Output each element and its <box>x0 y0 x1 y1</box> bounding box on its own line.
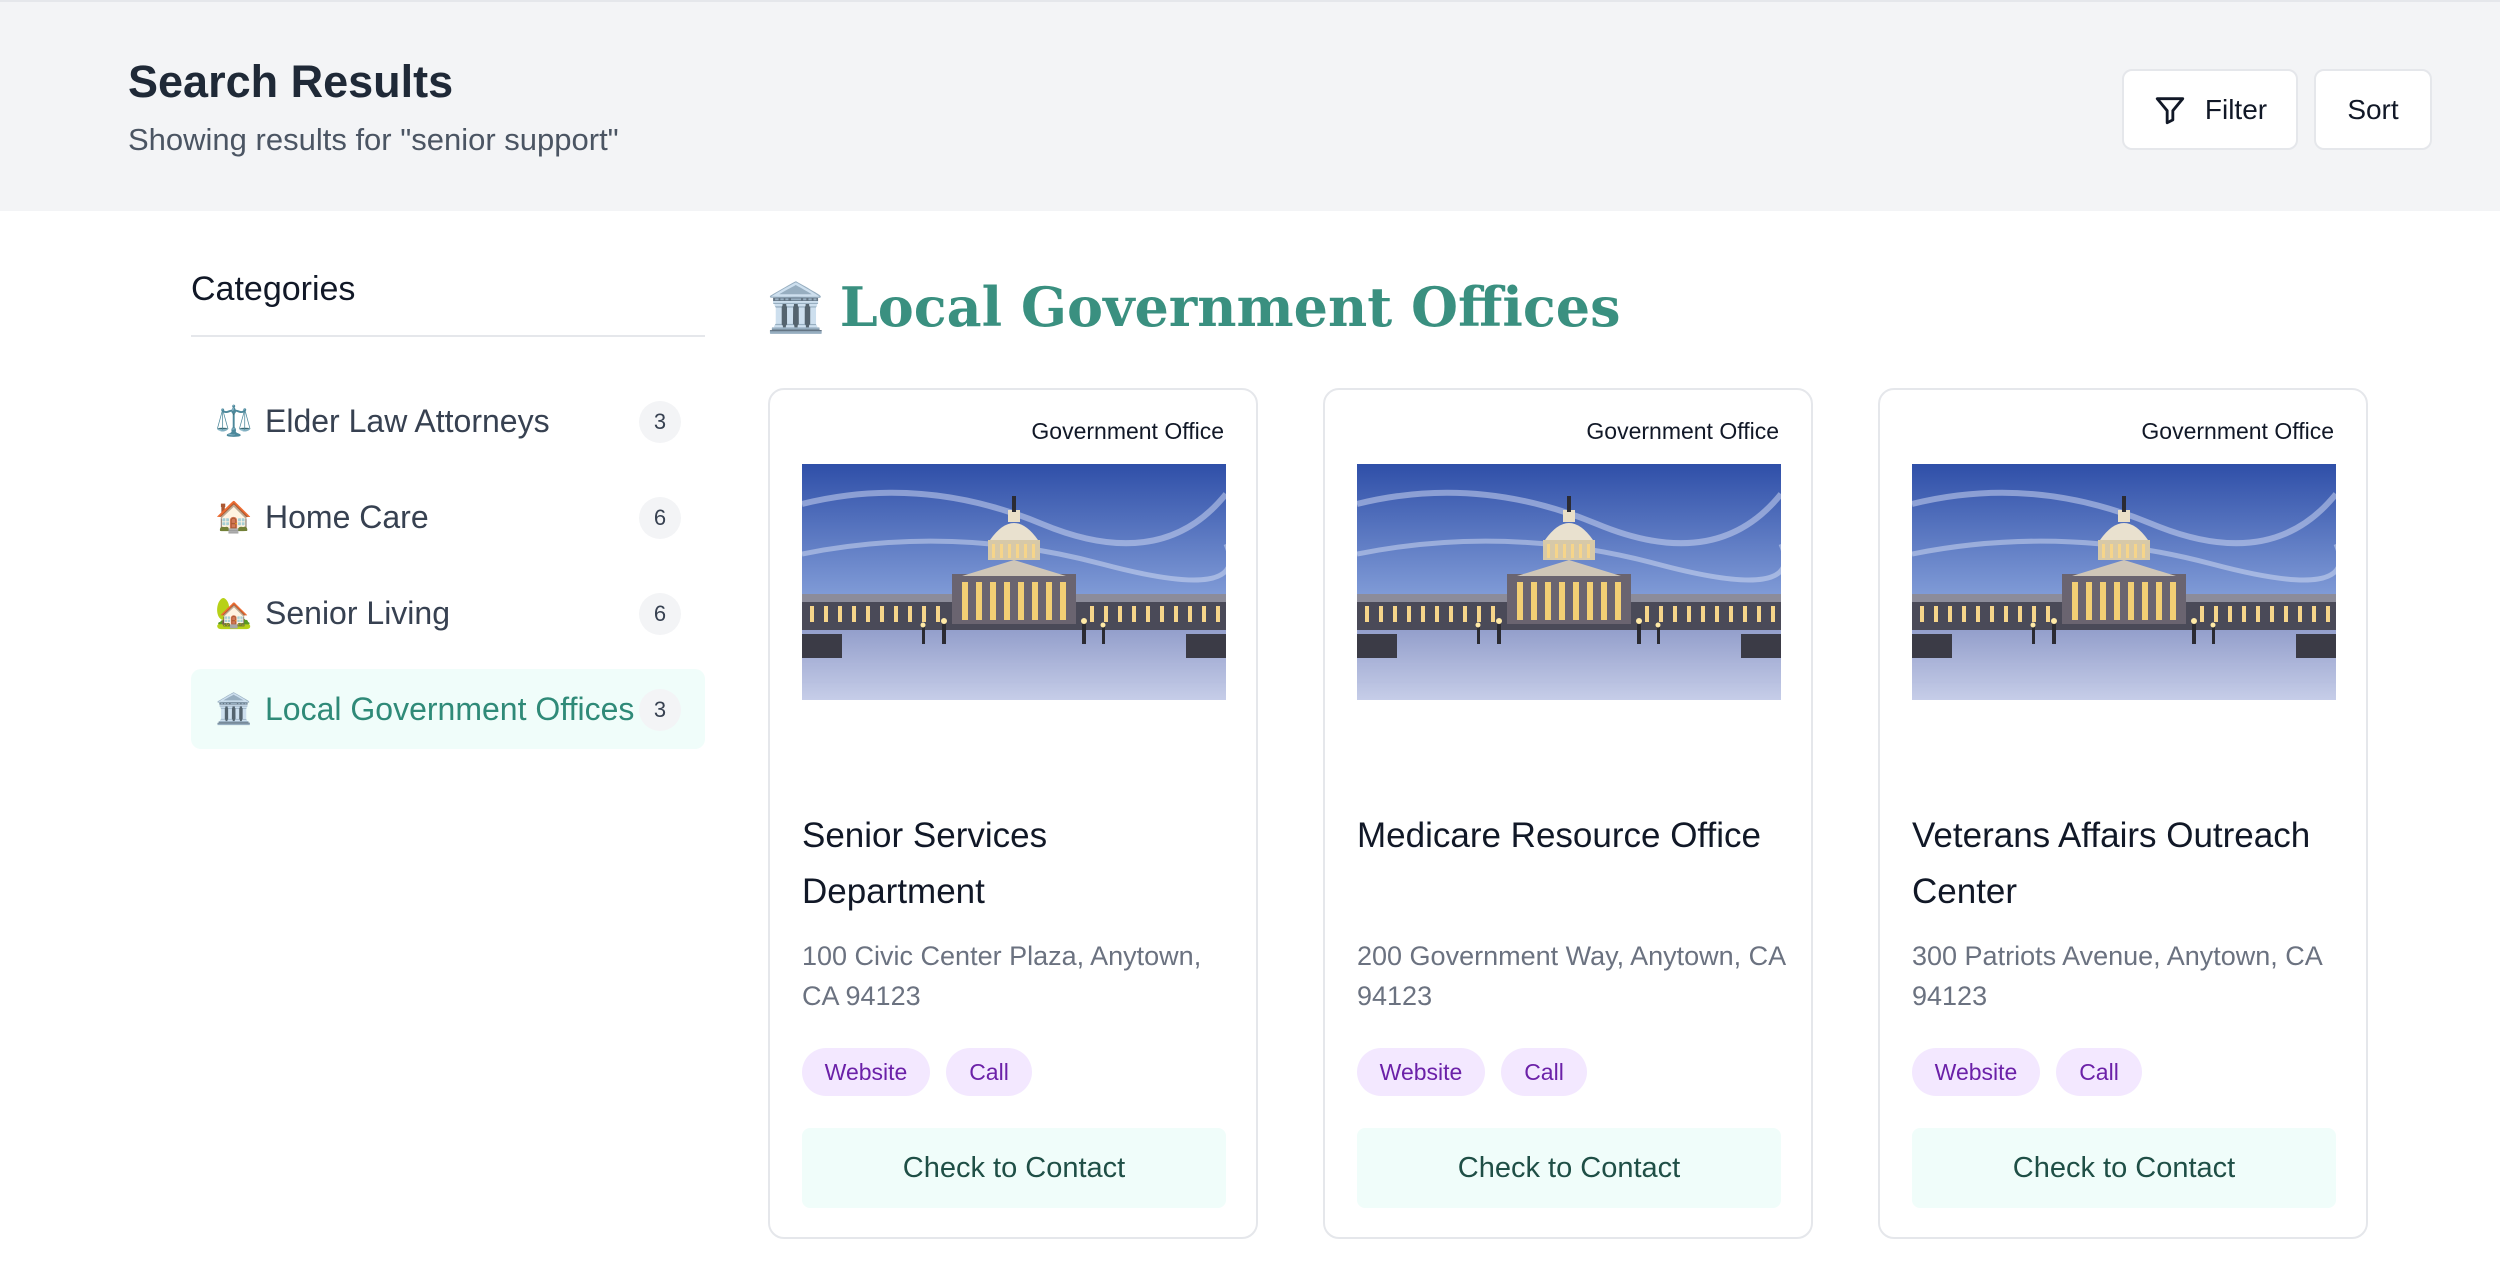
sidebar-item-home-care[interactable]: 🏠 Home Care 6 <box>191 477 705 557</box>
search-query-subtitle: Showing results for "senior support" <box>128 122 619 157</box>
section-heading: 🏛️ Local Government Offices <box>766 275 1621 339</box>
government-building-icon: 🏛️ <box>766 281 826 335</box>
page-title: Search Results <box>128 56 454 107</box>
website-pill[interactable]: Website <box>802 1048 930 1096</box>
card-type-tag: Government Office <box>2141 418 2334 444</box>
count-badge: 6 <box>639 497 681 539</box>
scales-icon: ⚖️ <box>215 404 253 438</box>
sidebar-item-elder-law-attorneys[interactable]: ⚖️ Elder Law Attorneys 3 <box>191 381 705 461</box>
call-pill[interactable]: Call <box>946 1048 1032 1096</box>
count-badge: 6 <box>639 593 681 635</box>
result-card: Government Office <box>1878 388 2368 1239</box>
check-to-contact-button[interactable]: Check to Contact <box>802 1128 1226 1208</box>
filter-icon <box>2155 96 2185 124</box>
card-title: Medicare Resource Office <box>1357 816 1761 855</box>
header-bar: Search Results Showing results for "seni… <box>0 0 2500 211</box>
result-card: Government Office <box>768 388 1258 1239</box>
sidebar-item-label: Elder Law Attorneys <box>265 402 550 439</box>
house-icon: 🏠 <box>215 500 253 534</box>
sidebar-item-senior-living[interactable]: 🏡 Senior Living 6 <box>191 573 705 653</box>
sidebar-item-label: Home Care <box>265 498 429 535</box>
filter-button-label: Filter <box>2204 93 2268 125</box>
section-title: Local Government Offices <box>839 275 1621 339</box>
capitol-building-image <box>802 464 1226 700</box>
website-pill[interactable]: Website <box>1912 1048 2040 1096</box>
website-pill[interactable]: Website <box>1357 1048 1485 1096</box>
filter-button[interactable]: Filter <box>2122 69 2298 150</box>
sort-button[interactable]: Sort <box>2314 69 2432 150</box>
sidebar-item-local-government-offices[interactable]: 🏛️ Local Government Offices 3 <box>191 669 705 749</box>
sidebar-item-label: Local Government Offices <box>265 690 635 727</box>
categories-sidebar: Categories ⚖️ Elder Law Attorneys 3 🏠 Ho… <box>191 270 705 749</box>
call-pill[interactable]: Call <box>1501 1048 1587 1096</box>
card-type-tag: Government Office <box>1031 418 1224 444</box>
check-to-contact-button[interactable]: Check to Contact <box>1357 1128 1781 1208</box>
count-badge: 3 <box>639 401 681 443</box>
card-title: Veterans Affairs Outreach Center <box>1912 816 2311 911</box>
capitol-building-image <box>1912 464 2336 700</box>
result-card: Government Office <box>1323 388 1813 1239</box>
capitol-building-image <box>1357 464 1781 700</box>
count-badge: 3 <box>639 689 681 731</box>
card-address: 200 Government Way, Anytown, CA 94123 <box>1357 941 1785 1011</box>
check-to-contact-button[interactable]: Check to Contact <box>1912 1128 2336 1208</box>
sort-button-label: Sort <box>2347 93 2399 125</box>
sidebar-item-label: Senior Living <box>265 594 450 631</box>
card-address: 300 Patriots Avenue, Anytown, CA 94123 <box>1912 941 2322 1011</box>
card-type-tag: Government Office <box>1586 418 1779 444</box>
categories-title: Categories <box>191 270 705 337</box>
house-garden-icon: 🏡 <box>215 596 253 630</box>
card-address: 100 Civic Center Plaza, Anytown, CA 9412… <box>802 941 1202 1011</box>
card-title: Senior Services Department <box>802 816 1048 911</box>
government-building-icon: 🏛️ <box>215 692 253 726</box>
call-pill[interactable]: Call <box>2056 1048 2142 1096</box>
